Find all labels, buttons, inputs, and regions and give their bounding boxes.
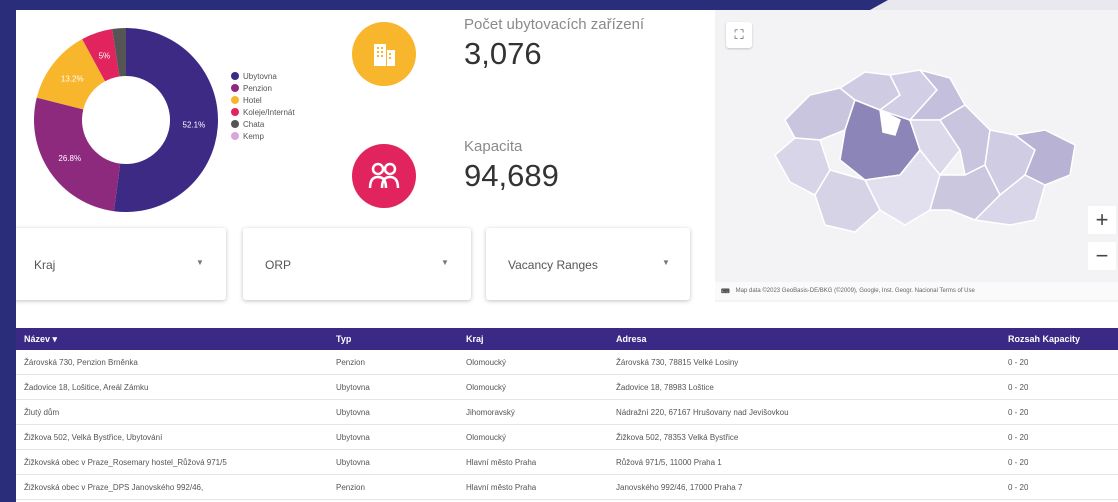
cell-rozsah-kapacity: 0 - 20 [1008, 382, 1029, 392]
legend-label: Chata [243, 119, 265, 129]
cell-rozsah-kapacity: 0 - 20 [1008, 432, 1029, 442]
table-header: Název ▾ Typ Kraj Adresa Rozsah Kapacity [16, 328, 1118, 350]
legend-swatch [231, 120, 239, 128]
filter-orp-label: ORP [265, 258, 292, 272]
donut-slice-label: 26.8% [58, 154, 81, 163]
capacity-label: Kapacita [464, 138, 523, 155]
cell-kraj: Olomoucký [466, 382, 507, 392]
donut-slice-label: 5% [99, 52, 111, 61]
cell-adresa: Nádražní 220, 67167 Hrušovany nad Jevišo… [616, 407, 789, 417]
donut-legend: Ubytovna Penzion Hotel Koleje/Internát Chata… [231, 70, 295, 142]
column-header-nazev[interactable]: Název ▾ [24, 328, 57, 350]
cell-kraj: Olomoucký [466, 357, 507, 367]
cell-typ: Ubytovna [336, 432, 370, 442]
capacity-value: 94,689 [464, 158, 559, 193]
table-row[interactable]: Žárovská 730, Penzion Brněnka Penzion Olom… [16, 350, 1118, 375]
cell-nazev: Žlutý dům [24, 407, 60, 417]
filter-orp-dropdown[interactable]: ORP ▼ [243, 228, 471, 300]
chevron-down-icon: ▼ [196, 258, 204, 267]
building-icon [352, 22, 416, 86]
cell-typ: Penzion [336, 357, 365, 367]
legend-label: Ubytovna [243, 71, 277, 81]
top-bar-accent [870, 0, 1118, 10]
accommodation-type-donut-chart[interactable]: 52.1% 26.8% 13.2% 5% [26, 20, 226, 220]
keyboard-shortcuts-icon[interactable]: ⌨ [721, 288, 730, 295]
cell-typ: Ubytovna [336, 382, 370, 392]
table-row[interactable]: Žižkovská obec v Praze_Rosemary hostel_R… [16, 450, 1118, 475]
column-header-rozsah-kapacity[interactable]: Rozsah Kapacity [1008, 328, 1080, 350]
cell-typ: Penzion [336, 482, 365, 492]
cell-adresa: Janovského 992/46, 17000 Praha 7 [616, 482, 743, 492]
legend-label: Hotel [243, 95, 262, 105]
cell-nazev: Žižkovská obec v Praze_Rosemary hostel_R… [24, 457, 227, 467]
cell-nazev: Žadovice 18, Lošitice, Areál Zámku [24, 382, 149, 392]
czech-region-map[interactable] [715, 10, 1118, 302]
facilities-count-label: Počet ubytovacích zařízení [464, 16, 645, 33]
legend-item[interactable]: Koleje/Internát [231, 106, 295, 118]
people-icon [352, 144, 416, 208]
fullscreen-icon: ⛶ [734, 27, 744, 42]
donut-slice-label: 52.1% [183, 120, 206, 129]
column-header-typ[interactable]: Typ [336, 328, 351, 350]
table-row[interactable]: Žadovice 18, Lošitice, Areál Zámku Ubytov… [16, 375, 1118, 400]
legend-item[interactable]: Hotel [231, 94, 295, 106]
cell-nazev: Žižkovská obec v Praze_DPS Janovského 99… [24, 482, 204, 492]
filter-kraj-dropdown[interactable]: Kraj ▼ [16, 228, 226, 300]
cell-adresa: Žižkova 502, 78353 Velká Bystřice [616, 432, 739, 442]
chevron-down-icon: ▼ [441, 258, 449, 267]
dashboard: 52.1% 26.8% 13.2% 5% Ubytovna Penzion Hotel Ko… [16, 10, 1118, 502]
legend-swatch [231, 96, 239, 104]
zoom-in-button[interactable]: + [1088, 206, 1116, 234]
legend-item[interactable]: Kemp [231, 130, 295, 142]
facilities-count-value: 3,076 [464, 36, 542, 71]
cell-rozsah-kapacity: 0 - 20 [1008, 357, 1029, 367]
cell-rozsah-kapacity: 0 - 20 [1008, 457, 1029, 467]
cell-typ: Ubytovna [336, 407, 370, 417]
legend-label: Koleje/Internát [243, 107, 295, 117]
legend-swatch [231, 84, 239, 92]
cell-rozsah-kapacity: 0 - 20 [1008, 407, 1029, 417]
map-attribution-text[interactable]: Map data ©2023 GeoBasis-DE/BKG (©2009), … [736, 288, 975, 294]
filter-vacancy-dropdown[interactable]: Vacancy Ranges ▼ [486, 228, 690, 300]
legend-swatch [231, 132, 239, 140]
legend-item[interactable]: Ubytovna [231, 70, 295, 82]
fullscreen-button[interactable]: ⛶ [726, 22, 752, 48]
legend-item[interactable]: Penzion [231, 82, 295, 94]
column-header-kraj[interactable]: Kraj [466, 328, 484, 350]
cell-typ: Ubytovna [336, 457, 370, 467]
legend-swatch [231, 108, 239, 116]
cell-kraj: Hlavní město Praha [466, 457, 537, 467]
cell-adresa: Žadovice 18, 78983 Loštice [616, 382, 714, 392]
cell-kraj: Olomoucký [466, 432, 507, 442]
table-row[interactable]: Žlutý dům Ubytovna Jihomoravský Nádražní 22… [16, 400, 1118, 425]
zoom-out-button[interactable]: − [1088, 242, 1116, 270]
legend-swatch [231, 72, 239, 80]
cell-nazev: Žárovská 730, Penzion Brněnka [24, 357, 138, 367]
accommodation-table: Název ▾ Typ Kraj Adresa Rozsah Kapacity … [16, 328, 1118, 500]
table-row[interactable]: Žižkova 502, Velká Bystřice, Ubytování Ub… [16, 425, 1118, 450]
cell-rozsah-kapacity: 0 - 20 [1008, 482, 1029, 492]
column-header-adresa[interactable]: Adresa [616, 328, 647, 350]
table-row[interactable]: Žižkovská obec v Praze_DPS Janovského 99… [16, 475, 1118, 500]
legend-label: Penzion [243, 83, 272, 93]
legend-label: Kemp [243, 131, 264, 141]
map-attribution: ⌨ Map data ©2023 GeoBasis-DE/BKG (©2009)… [715, 282, 1118, 300]
legend-item[interactable]: Chata [231, 118, 295, 130]
chevron-down-icon: ▼ [662, 258, 670, 267]
filter-kraj-label: Kraj [34, 258, 56, 272]
filter-vacancy-label: Vacancy Ranges [508, 258, 598, 272]
cell-nazev: Žižkova 502, Velká Bystřice, Ubytování [24, 432, 163, 442]
donut-slice-label: 13.2% [61, 74, 84, 83]
cell-kraj: Hlavní město Praha [466, 482, 537, 492]
cell-adresa: Žárovská 730, 78815 Velké Losiny [616, 357, 739, 367]
cell-adresa: Růžová 971/5, 11000 Praha 1 [616, 457, 722, 467]
cell-kraj: Jihomoravský [466, 407, 515, 417]
